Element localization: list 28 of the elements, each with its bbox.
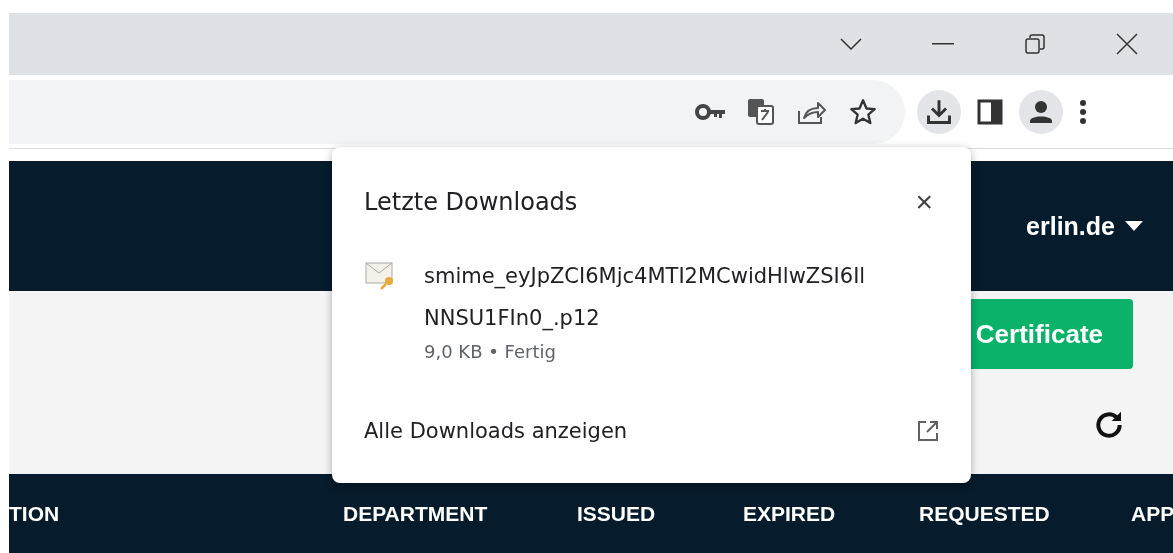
refresh-icon[interactable] (1093, 409, 1125, 441)
menu-icon[interactable] (1079, 98, 1087, 125)
download-icon (925, 97, 953, 126)
file-status: 9,0 KB • Fertig (424, 341, 557, 362)
restore-icon[interactable] (1025, 34, 1045, 54)
star-icon[interactable] (849, 97, 877, 126)
key-icon[interactable] (695, 103, 725, 120)
external-link-icon[interactable] (917, 420, 939, 442)
file-name[interactable]: smime_eyJpZCI6Mjc4MTI2MCwidHlwZSI6Il (424, 257, 866, 295)
account-menu[interactable]: erlin.de (1026, 211, 1143, 241)
show-all-downloads-link[interactable]: Alle Downloads anzeigen (364, 419, 628, 443)
column-header[interactable]: REQUESTED (919, 501, 1131, 526)
caret-icon (1125, 221, 1143, 231)
column-header[interactable]: ISSUED (577, 501, 743, 526)
column-header[interactable]: APP (1131, 501, 1173, 526)
chevron-down-icon[interactable] (840, 38, 862, 50)
column-header[interactable]: DEPARTMENT (343, 501, 577, 526)
column-header[interactable]: EXPIRED (743, 501, 919, 526)
side-panel-icon[interactable] (977, 98, 1003, 125)
close-button[interactable]: × (909, 185, 939, 219)
popup-title: Letzte Downloads (364, 188, 578, 216)
translate-icon[interactable] (747, 97, 775, 126)
minimize-icon[interactable] (932, 43, 954, 45)
column-header[interactable]: TION (9, 501, 343, 526)
close-icon[interactable] (1116, 33, 1138, 55)
file-name[interactable]: NNSU1FIn0_.p12 (424, 299, 866, 337)
profile-avatar-icon[interactable] (1019, 89, 1063, 134)
download-button[interactable] (917, 89, 961, 134)
